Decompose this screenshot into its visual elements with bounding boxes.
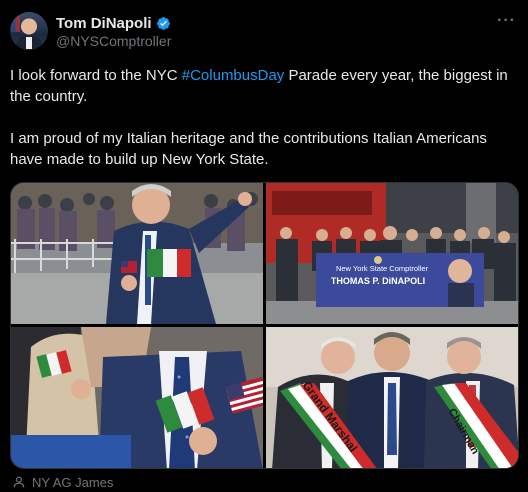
author-name-row: Tom DiNapoli — [56, 14, 171, 32]
media-grid: New York State Comptroller THOMAS P. DiN… — [10, 182, 519, 469]
hashtag-link[interactable]: #ColumbusDay — [182, 67, 285, 84]
tweet-paragraph-2: I am proud of my Italian heritage and th… — [10, 130, 487, 168]
tweet-paragraph-1: I look forward to the NYC #ColumbusDay P… — [10, 65, 520, 107]
banner-name-text: THOMAS P. DiNAPOLI — [331, 276, 425, 286]
person-icon — [13, 476, 25, 488]
author-avatar[interactable] — [10, 12, 48, 50]
tagged-people[interactable]: NY AG James — [12, 474, 113, 490]
banner-title-text: New York State Comptroller — [336, 264, 429, 273]
tweet-text-segment: I look forward to the NYC — [10, 67, 182, 84]
photo-parade-wave[interactable] — [11, 183, 263, 324]
author-display-name[interactable]: Tom DiNapoli — [56, 15, 152, 32]
photo-grand-marshal-sash[interactable]: Grand Marshal Chairman — [266, 327, 518, 468]
verified-badge-icon — [156, 16, 170, 30]
tagged-person-label[interactable]: NY AG James — [32, 475, 113, 490]
tweet-text: I look forward to the NYC #ColumbusDay P… — [10, 65, 520, 191]
photo-comptroller-banner[interactable]: New York State Comptroller THOMAS P. DiN… — [266, 183, 518, 324]
tweet-header: Tom DiNapoli @NYSComptroller ··· — [10, 12, 518, 52]
photo-flags-closeup[interactable] — [11, 327, 263, 468]
author-handle[interactable]: @NYSComptroller — [56, 33, 171, 49]
more-options-icon[interactable]: ··· — [497, 12, 516, 30]
